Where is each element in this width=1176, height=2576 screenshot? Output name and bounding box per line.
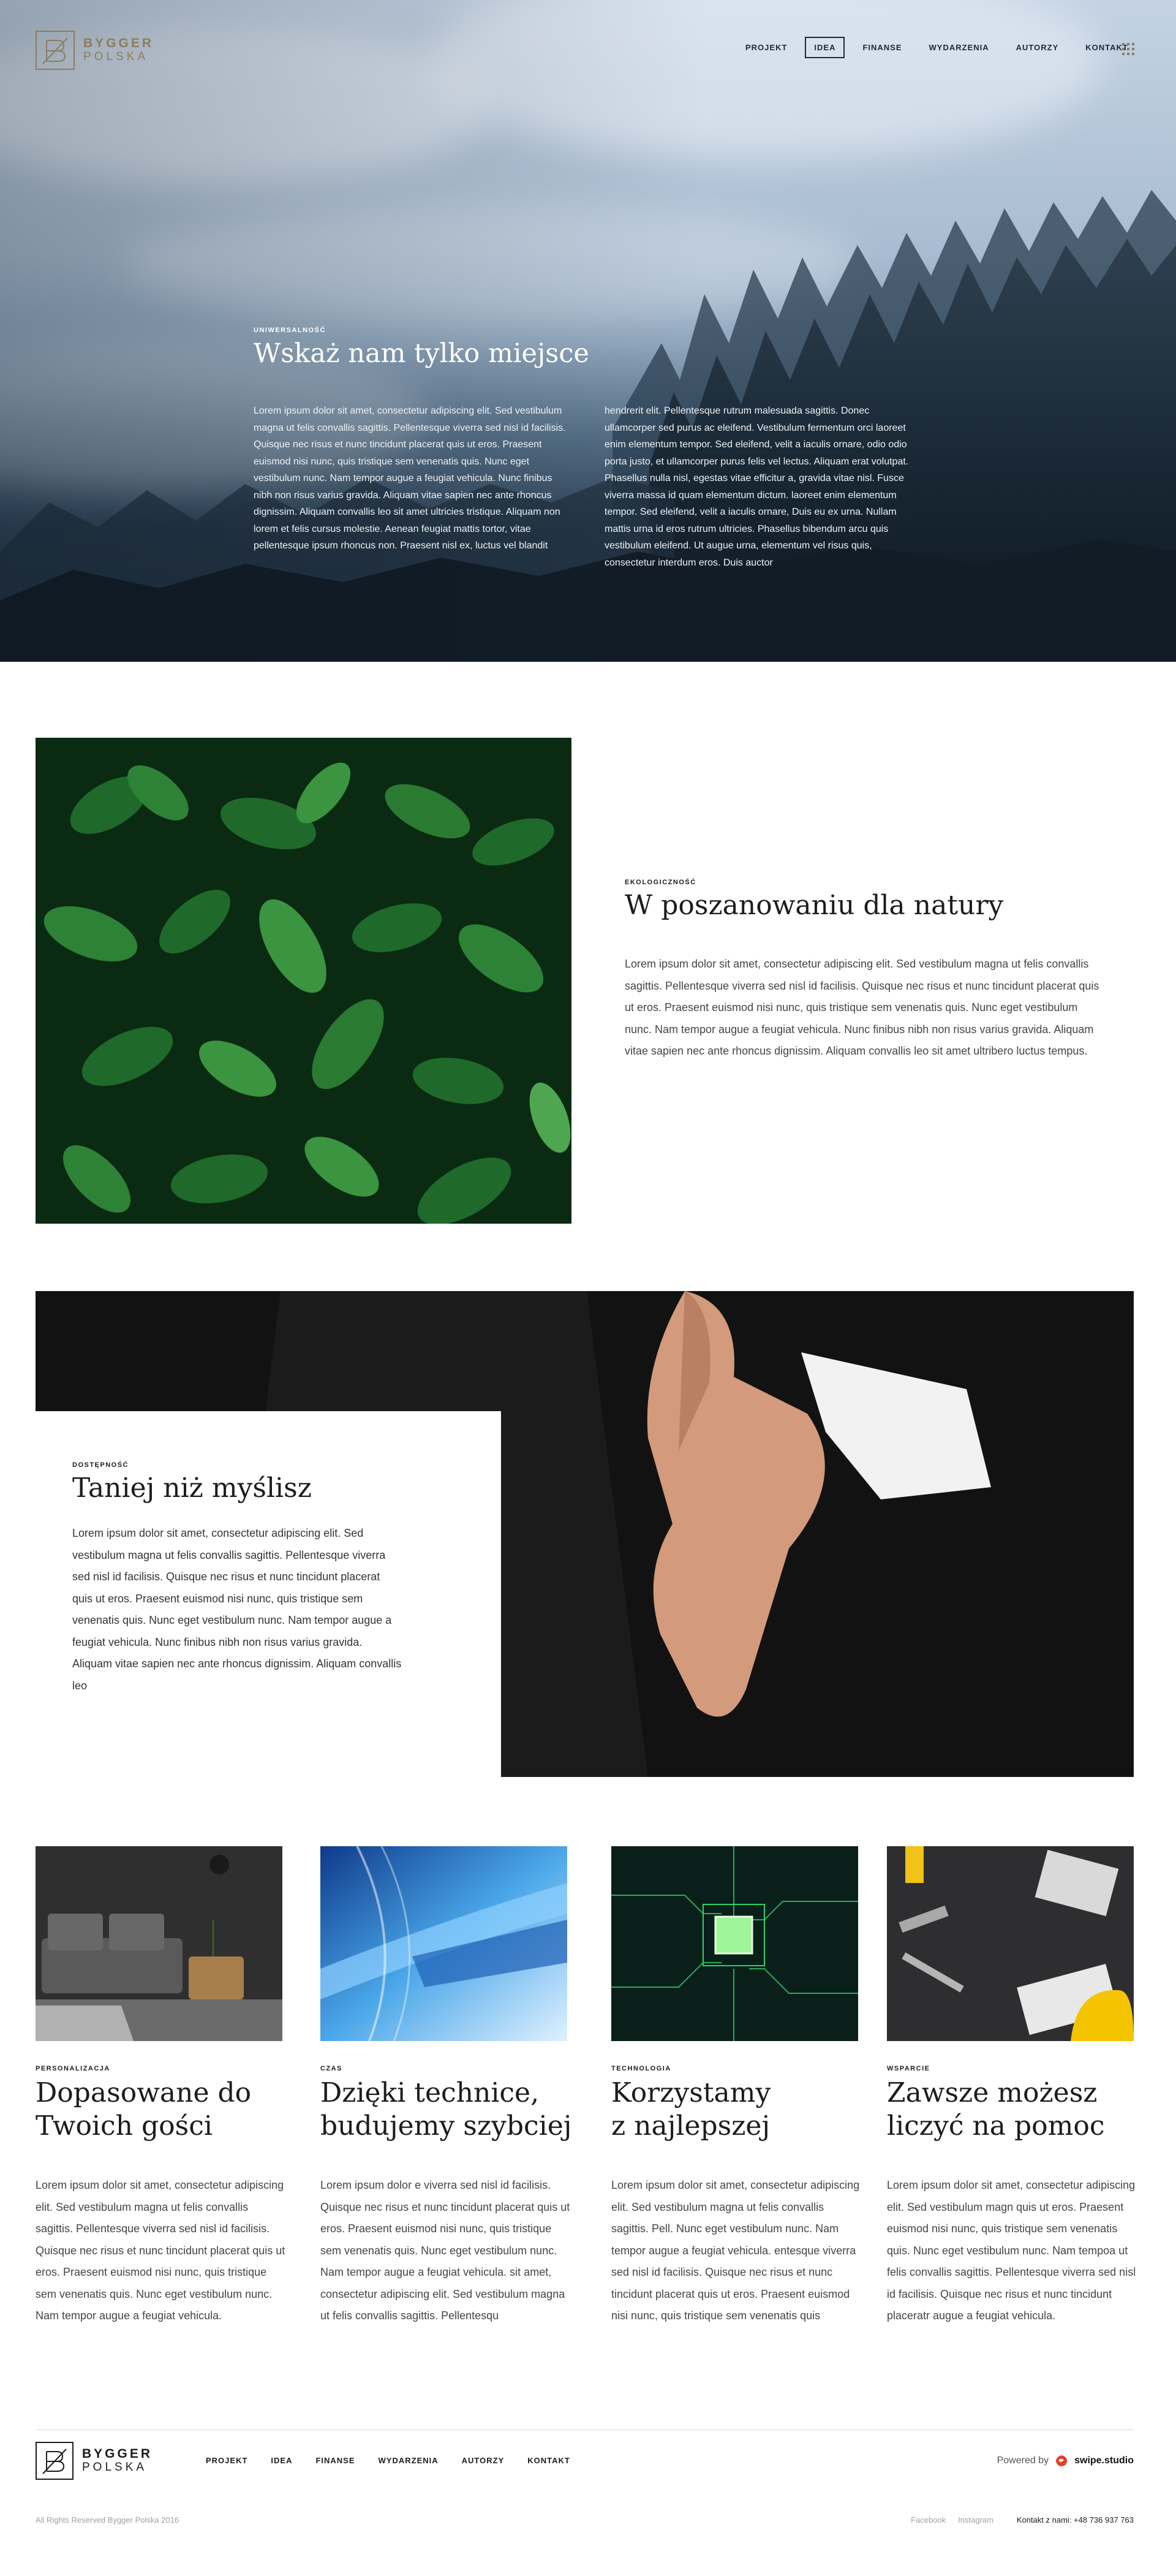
hero-eyebrow: UNIWERSALNOŚĆ xyxy=(254,327,326,334)
hero-text-col2: hendrerit elit. Pellentesque rutrum male… xyxy=(605,406,909,568)
leaves-image xyxy=(36,738,571,1224)
social-links: Facebook Instagram xyxy=(911,2515,993,2525)
powered-brand: swipe.studio xyxy=(1074,2455,1134,2466)
footer-brand-sub: POLSKA xyxy=(82,2461,148,2474)
powered-by[interactable]: Powered by swipe.studio xyxy=(997,2454,1134,2468)
price-eyebrow: DOSTĘPNOŚĆ xyxy=(72,1461,129,1469)
feature-card: CZAS Dzięki technice, budujemy szybciej L… xyxy=(320,1846,571,2322)
feature-text: Lorem ipsum dolor sit amet, consectetur … xyxy=(611,2179,860,2322)
price-text: Lorem ipsum dolor sit amet, consectetur … xyxy=(72,1527,402,1692)
nav-item-idea[interactable]: IDEA xyxy=(805,37,845,58)
footer-nav-projekt[interactable]: PROJEKT xyxy=(206,2456,247,2465)
nav-item-autorzy[interactable]: AUTORZY xyxy=(1007,37,1068,58)
grid-menu-icon[interactable] xyxy=(1122,43,1134,55)
nav-item-finanse[interactable]: FINANSE xyxy=(853,37,911,58)
footer-logo[interactable]: BYGGER POLSKA xyxy=(36,2442,153,2480)
feature-eyebrow: TECHNOLOGIA xyxy=(611,2065,671,2072)
brand-logo[interactable]: BYGGER POLSKA xyxy=(36,31,154,70)
nature-title: W poszanowaniu dla natury xyxy=(625,890,1004,921)
feature-title: Korzystamy z najlepszej xyxy=(611,2077,771,2142)
facebook-link[interactable]: Facebook xyxy=(911,2515,946,2525)
hero-title: Wskaż nam tylko miejsce xyxy=(254,338,589,369)
footer-nav-kontakt[interactable]: KONTAKT xyxy=(527,2456,570,2465)
feature-eyebrow: WSPARCIE xyxy=(887,2065,930,2072)
footer-nav-finanse[interactable]: FINANSE xyxy=(315,2456,355,2465)
price-card: DOSTĘPNOŚĆ Taniej niż myślisz Lorem ipsu… xyxy=(36,1411,501,1779)
powered-label: Powered by xyxy=(997,2455,1049,2466)
circuit-board-image xyxy=(611,1846,858,2041)
feature-title: Dopasowane do Twoich gości xyxy=(36,2077,252,2142)
feature-card: PERSONALIZACJA Dopasowane do Twoich gości… xyxy=(36,1846,285,2322)
logo-mark-icon xyxy=(36,31,75,70)
brand-name: BYGGER xyxy=(83,36,154,50)
feature-text: Lorem ipsum dolor sit amet, consectetur … xyxy=(887,2179,1136,2322)
drill-image xyxy=(320,1846,567,2041)
living-room-image xyxy=(36,1846,282,2041)
nature-text: Lorem ipsum dolor sit amet, consectetur … xyxy=(625,958,1099,1057)
logo-mark-icon xyxy=(36,2442,74,2480)
brand-sub: POLSKA xyxy=(83,50,149,63)
feature-eyebrow: CZAS xyxy=(320,2065,342,2072)
feature-title: Dzięki technice, budujemy szybciej xyxy=(320,2077,572,2142)
footer-nav-wydarzenia[interactable]: WYDARZENIA xyxy=(379,2456,439,2465)
tools-image xyxy=(887,1846,1134,2041)
instagram-link[interactable]: Instagram xyxy=(958,2515,993,2525)
footer-nav: PROJEKT IDEA FINANSE WYDARZENIA AUTORZY … xyxy=(206,2456,594,2465)
feature-eyebrow: PERSONALIZACJA xyxy=(36,2065,110,2072)
copyright: All Rights Reserved Bygger Polska 2016 xyxy=(36,2515,179,2525)
feature-text: Lorem ipsum dolor e viverra sed nisl id … xyxy=(320,2179,570,2322)
contact-phone: Kontakt z nami: +48 736 937 763 xyxy=(1016,2515,1134,2525)
price-title: Taniej niż myślisz xyxy=(72,1472,312,1504)
feature-card: TECHNOLOGIA Korzystamy z najlepszej Lorem… xyxy=(611,1846,859,2322)
main-nav: PROJEKT IDEA FINANSE WYDARZENIA AUTORZY … xyxy=(736,37,1146,58)
nav-item-wydarzenia[interactable]: WYDARZENIA xyxy=(920,37,998,58)
feature-text: Lorem ipsum dolor sit amet, consectetur … xyxy=(36,2179,285,2322)
hero-section xyxy=(0,0,1176,662)
footer-nav-idea[interactable]: IDEA xyxy=(271,2456,292,2465)
nature-eyebrow: EKOLOGICZNOŚĆ xyxy=(625,879,696,886)
footer-brand-name: BYGGER xyxy=(82,2447,153,2461)
nav-item-projekt[interactable]: PROJEKT xyxy=(736,37,796,58)
feature-card: WSPARCIE Zawsze możesz liczyć na pomoc Lo… xyxy=(887,1846,1136,2322)
swipe-logo-icon xyxy=(1056,2455,1068,2466)
feature-title: Zawsze możesz liczyć na pomoc xyxy=(887,2077,1105,2142)
hero-text-col1: Lorem ipsum dolor sit amet, consectetur … xyxy=(254,406,566,551)
footer-nav-autorzy[interactable]: AUTORZY xyxy=(462,2456,505,2465)
